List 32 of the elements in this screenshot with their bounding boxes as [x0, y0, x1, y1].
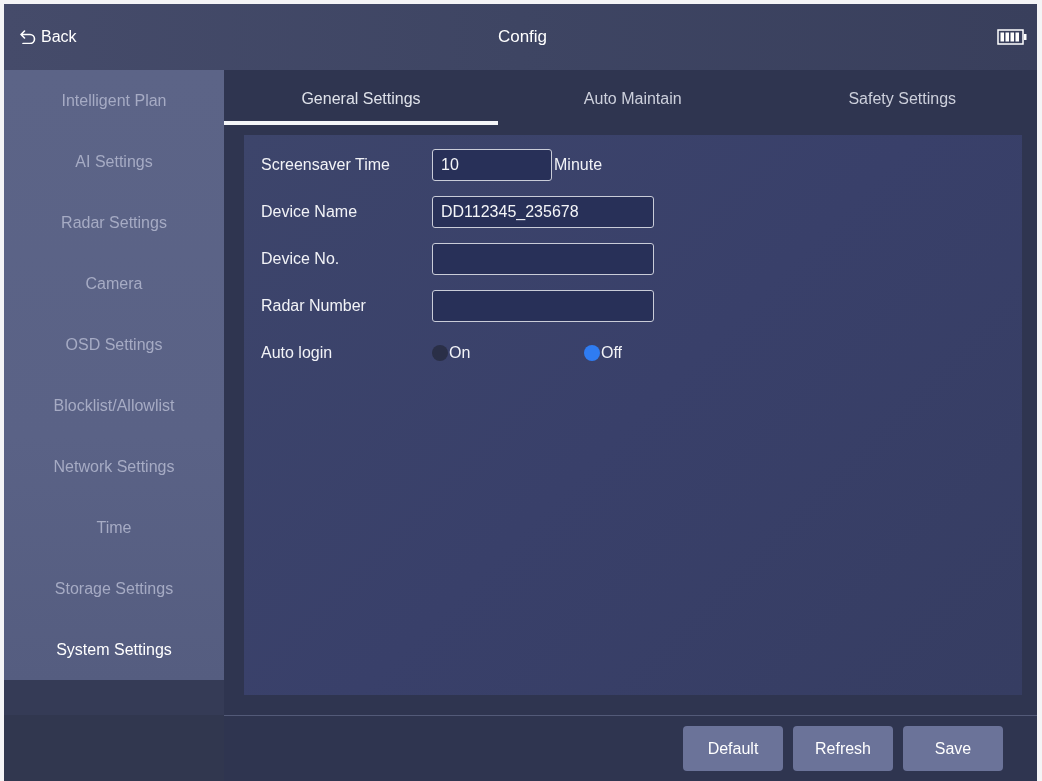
sidebar-item[interactable]: Blocklist/Allowlist: [4, 375, 224, 436]
sidebar-item[interactable]: Camera: [4, 253, 224, 314]
field-label: Screensaver Time: [261, 156, 391, 174]
radio-option[interactable]: Off: [584, 344, 736, 362]
tab[interactable]: Auto Maintain: [498, 70, 768, 125]
tab[interactable]: Safety Settings: [767, 70, 1037, 125]
radio-option[interactable]: On: [432, 344, 584, 362]
window-title: Config: [497, 27, 548, 47]
input-field[interactable]: [432, 243, 654, 275]
input-field[interactable]: 10: [432, 149, 552, 181]
sidebar-item[interactable]: Time: [4, 497, 224, 558]
input-field[interactable]: [432, 290, 654, 322]
field-label: Auto login: [261, 344, 334, 362]
tab[interactable]: General Settings: [224, 70, 498, 125]
sidebar-item[interactable]: OSD Settings: [4, 314, 224, 375]
action-button[interactable]: Default: [683, 726, 783, 771]
back-button[interactable]: Back: [18, 24, 79, 50]
field-label: Radar Number: [261, 297, 367, 315]
sidebar-item[interactable]: Intelligent Plan: [4, 70, 224, 131]
sidebar-item[interactable]: Radar Settings: [4, 192, 224, 253]
sidebar-item[interactable]: Network Settings: [4, 436, 224, 497]
sidebar-item[interactable]: Storage Settings: [4, 558, 224, 619]
back-arrow-icon: [20, 30, 36, 44]
input-field[interactable]: DD112345_235678: [432, 196, 654, 228]
action-button[interactable]: Save: [903, 726, 1003, 771]
unit-label: Minute: [554, 156, 603, 174]
sidebar-item[interactable]: System Settings: [4, 619, 224, 680]
field-label: Device Name: [261, 203, 359, 221]
sidebar-item[interactable]: AI Settings: [4, 131, 224, 192]
field-label: Device No.: [261, 250, 341, 268]
battery-icon: [997, 29, 1027, 45]
action-button[interactable]: Refresh: [793, 726, 893, 771]
